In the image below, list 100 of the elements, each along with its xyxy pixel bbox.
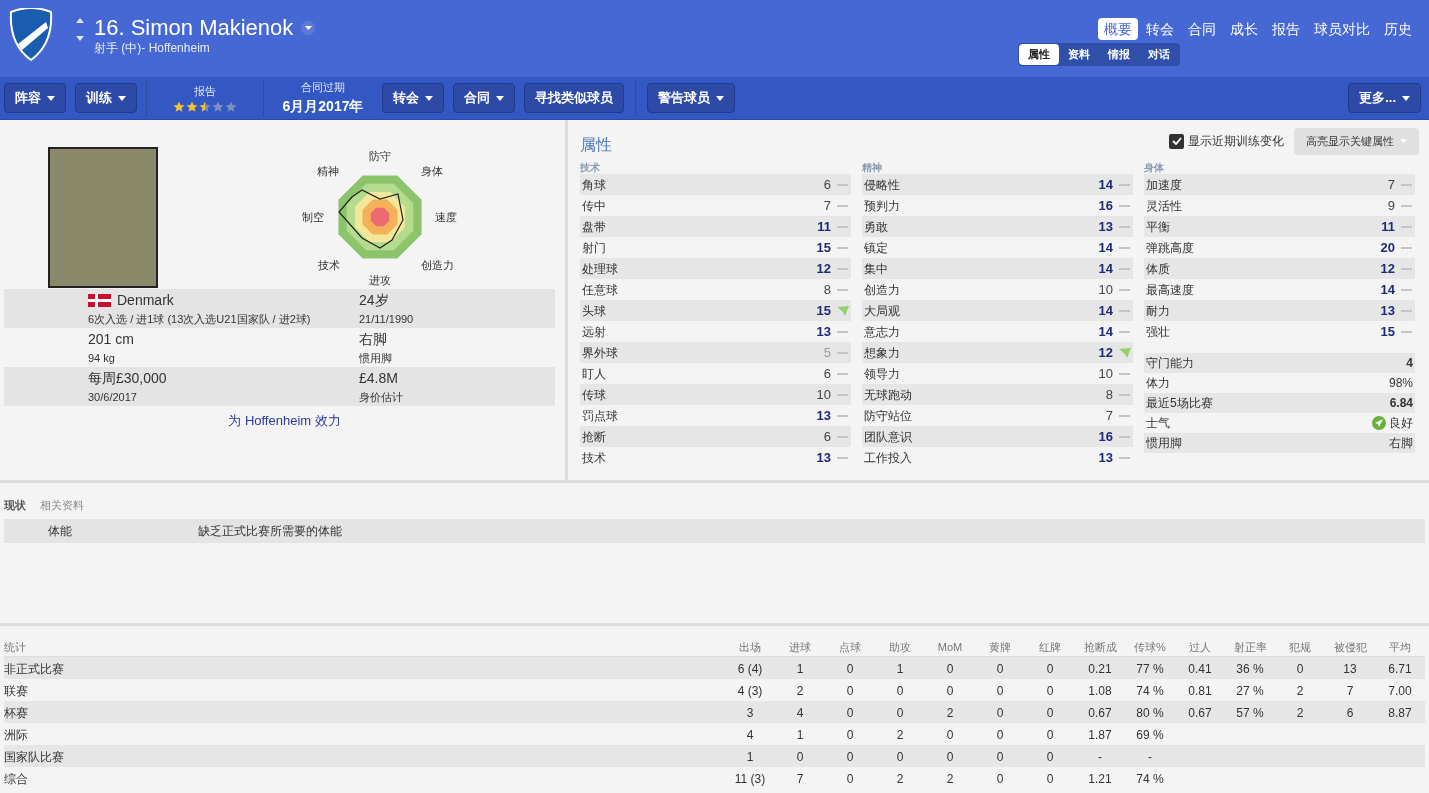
sub-tab[interactable]: 属性 bbox=[1019, 44, 1059, 65]
table-cell: 6 (4) bbox=[737, 662, 763, 676]
summary-value: 98% bbox=[1388, 375, 1413, 392]
table-cell: 36 % bbox=[1236, 662, 1264, 676]
club-link[interactable]: 为 Hoffenheim 效力 bbox=[228, 411, 341, 431]
attribute-value: 12 bbox=[1098, 343, 1113, 362]
summary-name: 惯用脚 bbox=[1146, 435, 1183, 452]
star-icon bbox=[199, 101, 211, 114]
column-header: 平均 bbox=[1388, 640, 1412, 656]
table-cell: 4 (3) bbox=[737, 684, 763, 698]
column-header: 进球 bbox=[788, 640, 812, 656]
radar-label: 防守 bbox=[369, 148, 391, 164]
section-tab[interactable]: 现状 bbox=[4, 495, 26, 515]
checkbox-label: 显示近期训练变化 bbox=[1188, 133, 1284, 150]
nav-tab[interactable]: 概要 bbox=[1098, 18, 1138, 40]
highlight-dropdown[interactable]: 高亮显示关键属性 bbox=[1294, 127, 1419, 155]
column-header: 出场 bbox=[738, 640, 762, 656]
attribute-value: 14 bbox=[1380, 280, 1395, 299]
nav-tab[interactable]: 球员对比 bbox=[1308, 18, 1376, 40]
table-cell: 0 bbox=[946, 662, 954, 676]
toolbar-button[interactable]: 更多... bbox=[1348, 83, 1421, 113]
attribute-value: 15 bbox=[816, 301, 831, 320]
attribute-name: 盘带 bbox=[582, 218, 607, 236]
attribute-value: 13 bbox=[1380, 301, 1395, 320]
star-icon bbox=[186, 101, 198, 114]
table-cell: 2 bbox=[1296, 684, 1304, 698]
sub-tab[interactable]: 资料 bbox=[1059, 44, 1099, 65]
table-cell: 0 bbox=[896, 684, 904, 698]
star-icon bbox=[173, 101, 185, 114]
table-cell: 0 bbox=[846, 772, 854, 786]
dropdown-button[interactable] bbox=[301, 21, 316, 35]
check-icon bbox=[1171, 137, 1182, 145]
group-title: 技术 bbox=[580, 161, 601, 174]
table-cell: 1 bbox=[746, 750, 754, 764]
summary-name: 士气 bbox=[1146, 415, 1171, 432]
attribute-value: 10 bbox=[816, 385, 831, 404]
attribute-name: 防守站位 bbox=[864, 407, 913, 425]
table-cell: 0.67 bbox=[1188, 706, 1212, 720]
table-cell: 2 bbox=[896, 772, 904, 786]
table-cell: 0 bbox=[846, 662, 854, 676]
attribute-name: 团队意识 bbox=[864, 428, 913, 446]
table-cell: 2 bbox=[946, 706, 954, 720]
table-cell: 综合 bbox=[4, 772, 28, 786]
table-cell: 0 bbox=[996, 728, 1004, 742]
attribute-name: 角球 bbox=[582, 176, 607, 194]
attribute-name: 技术 bbox=[582, 449, 607, 467]
sub-tab[interactable]: 情报 bbox=[1099, 44, 1139, 65]
table-cell: 0 bbox=[996, 750, 1004, 764]
toolbar-button[interactable]: 训练 bbox=[75, 83, 137, 113]
attribute-value: 16 bbox=[1098, 196, 1113, 215]
table-cell: 1 bbox=[896, 662, 904, 676]
down-arrow-icon[interactable] bbox=[76, 36, 84, 41]
player-position: 射手 (中)- Hoffenheim bbox=[94, 41, 211, 55]
attribute-value: 15 bbox=[1380, 322, 1395, 341]
attribute-name: 耐力 bbox=[1146, 302, 1171, 320]
table-cell: 0 bbox=[1046, 728, 1054, 742]
attribute-name: 预判力 bbox=[864, 197, 901, 215]
info-detail: 6次入选 / 进1球 (13次入选U21国家队 / 进2球) bbox=[88, 312, 312, 327]
table-cell: 联赛 bbox=[4, 684, 28, 698]
attribute-name: 加速度 bbox=[1146, 176, 1183, 194]
contract-expiry: 6月月2017年 bbox=[282, 96, 364, 116]
table-cell: 0 bbox=[1046, 684, 1054, 698]
nav-tab[interactable]: 转会 bbox=[1140, 18, 1180, 40]
table-cell: 0.81 bbox=[1188, 684, 1212, 698]
table-cell: 0 bbox=[1046, 706, 1054, 720]
info-value: 201 cm bbox=[88, 329, 134, 349]
attribute-name: 体质 bbox=[1146, 260, 1171, 278]
column-header: 统计 bbox=[4, 640, 27, 656]
attribute-name: 创造力 bbox=[864, 281, 901, 299]
attribute-value: 13 bbox=[816, 322, 831, 341]
caret-icon bbox=[304, 26, 312, 30]
nav-tab[interactable]: 成长 bbox=[1224, 18, 1264, 40]
attribute-value: 12 bbox=[816, 259, 831, 278]
table-cell: 2 bbox=[796, 684, 804, 698]
nav-tab[interactable]: 报告 bbox=[1266, 18, 1306, 40]
toolbar-button[interactable]: 阵容 bbox=[4, 83, 66, 113]
toolbar-button[interactable]: 合同 bbox=[453, 83, 515, 113]
toolbar-button[interactable]: 寻找类似球员 bbox=[524, 83, 624, 113]
nav-tab[interactable]: 合同 bbox=[1182, 18, 1222, 40]
table-cell: 74 % bbox=[1136, 684, 1164, 698]
up-arrow-icon[interactable] bbox=[76, 18, 84, 23]
column-header: 射正率 bbox=[1232, 640, 1268, 656]
sub-tab[interactable]: 对话 bbox=[1139, 44, 1179, 65]
table-cell: 0 bbox=[846, 706, 854, 720]
table-cell: 7 bbox=[796, 772, 804, 786]
attribute-value: 14 bbox=[1098, 322, 1113, 341]
table-cell: 洲际 bbox=[4, 728, 28, 742]
toolbar-button[interactable]: 转会 bbox=[382, 83, 444, 113]
toolbar-button[interactable]: 警告球员 bbox=[647, 83, 735, 113]
attribute-name: 头球 bbox=[582, 302, 607, 320]
summary-name: 最近5场比赛 bbox=[1146, 395, 1214, 412]
table-cell: 0 bbox=[946, 684, 954, 698]
attribute-value: 7 bbox=[1387, 175, 1395, 194]
nav-tab[interactable]: 历史 bbox=[1378, 18, 1418, 40]
checkbox[interactable] bbox=[1169, 133, 1184, 149]
table-cell: 4 bbox=[796, 706, 804, 720]
attribute-name: 集中 bbox=[864, 260, 889, 278]
table-cell: 27 % bbox=[1236, 684, 1264, 698]
attribute-value: 13 bbox=[1098, 448, 1113, 467]
column-header: 被侵犯 bbox=[1332, 640, 1368, 656]
